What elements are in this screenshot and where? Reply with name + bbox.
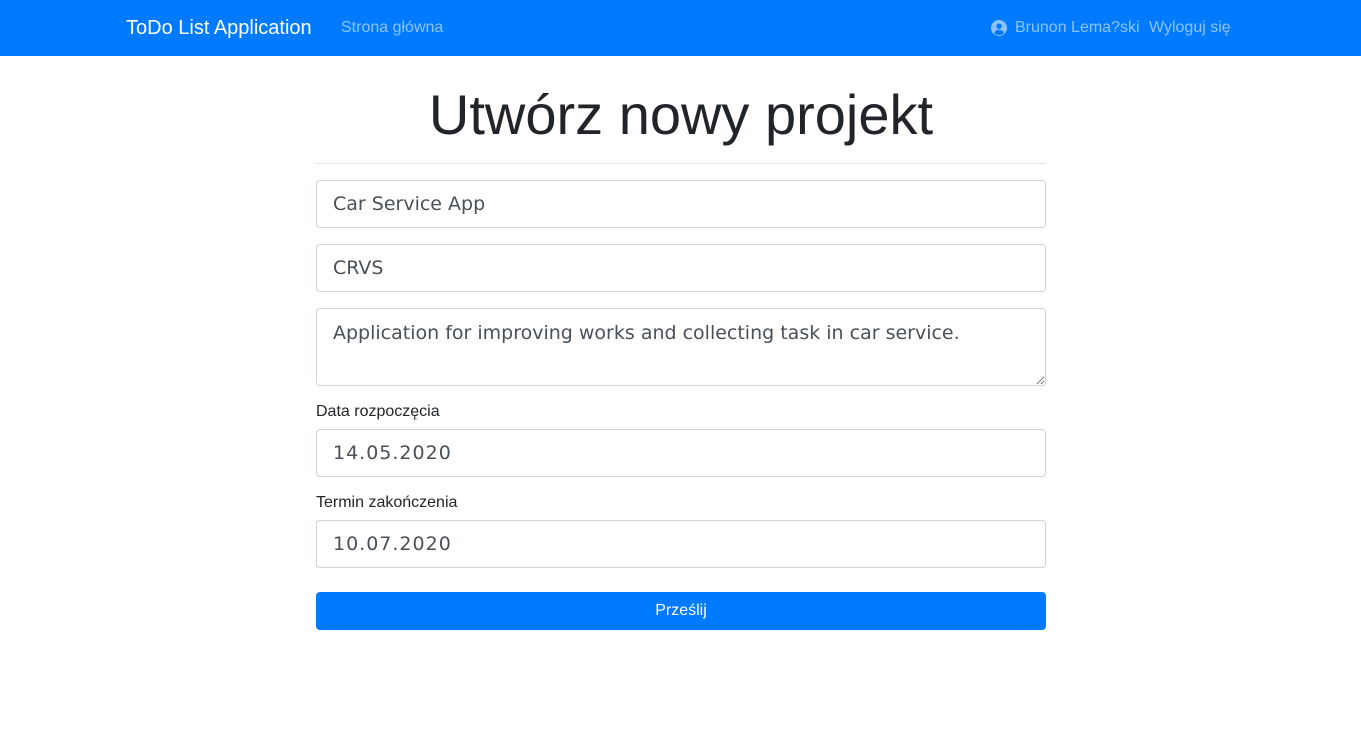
user-circle-icon: [991, 20, 1007, 36]
submit-button[interactable]: Prześlij: [316, 592, 1046, 630]
user-name: Brunon Lema?ski: [1015, 19, 1140, 36]
page-title: Utwórz nowy projekt: [428, 83, 934, 146]
project-name-input[interactable]: [316, 180, 1046, 228]
top-navbar: ToDo List Application Strona główna Brun…: [0, 0, 1361, 56]
start-date-input[interactable]: [316, 429, 1046, 477]
end-date-label: Termin zakończenia: [316, 494, 458, 511]
logout-link[interactable]: Wyloguj się: [1149, 18, 1231, 38]
start-date-label: Data rozpoczęcia: [316, 403, 440, 420]
project-description-textarea[interactable]: Application for improving works and coll…: [316, 308, 1046, 386]
end-date-input[interactable]: [316, 520, 1046, 568]
project-code-input[interactable]: [316, 244, 1046, 292]
title-divider: [316, 163, 1046, 164]
nav-user-link[interactable]: Brunon Lema?ski: [991, 18, 1140, 38]
nav-home-link[interactable]: Strona główna: [341, 18, 443, 38]
app-brand[interactable]: ToDo List Application: [126, 15, 312, 41]
